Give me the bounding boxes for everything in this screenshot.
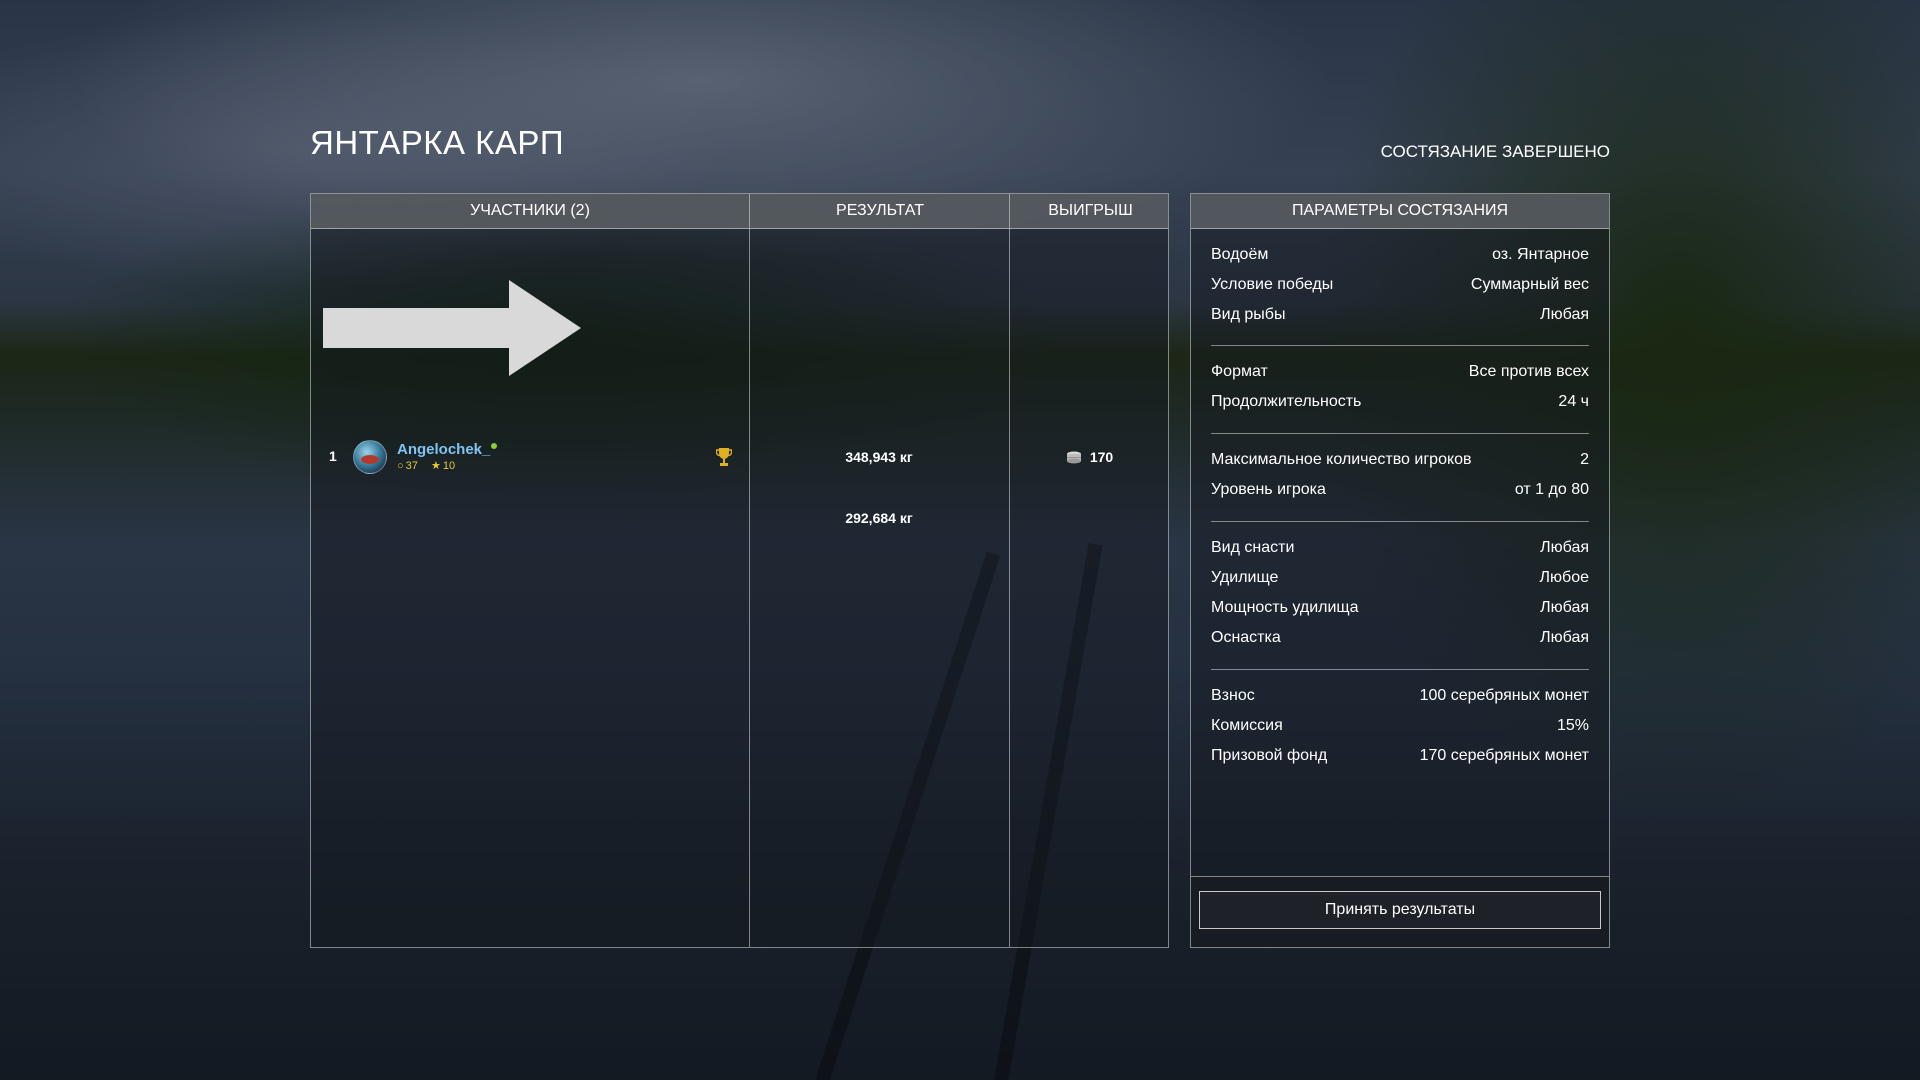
silver-coins-icon — [1066, 451, 1081, 464]
param-key: Продолжительность — [1211, 393, 1362, 410]
player-level: ○ 37 — [397, 460, 418, 472]
param-row: Удилище Любое — [1211, 569, 1589, 593]
param-value: 15% — [1556, 717, 1589, 734]
param-row: Водоём оз. Янтарное — [1211, 246, 1589, 270]
header-prize: ВЫИГРЫШ — [1048, 202, 1133, 219]
player-stats: ○ 37 ★ 10 — [397, 459, 465, 472]
param-key: Оснастка — [1211, 629, 1281, 646]
param-value: Любая — [1540, 599, 1589, 616]
param-value: 100 серебряных монет — [1419, 687, 1589, 704]
param-key: Формат — [1211, 363, 1268, 380]
param-value: от 1 до 80 — [1514, 481, 1589, 498]
header-participants: УЧАСТНИКИ (2) — [470, 202, 590, 219]
row-rank: 1 — [329, 448, 337, 464]
competition-parameters-panel: ПАРАМЕТРЫ СОСТЯЗАНИЯ Водоём оз. Янтарное… — [1190, 193, 1610, 948]
results-table: УЧАСТНИКИ (2) РЕЗУЛЬТАТ ВЫИГРЫШ 1 Angelo… — [310, 193, 1169, 948]
column-result: РЕЗУЛЬТАТ — [749, 194, 1010, 947]
param-row: Мощность удилища Любая — [1211, 599, 1589, 623]
divider — [1211, 669, 1589, 670]
param-key: Мощность удилища — [1211, 599, 1359, 616]
level-circle-icon: ○ — [397, 460, 404, 472]
param-value: Все против всех — [1468, 363, 1589, 380]
param-value: Любая — [1540, 629, 1589, 646]
online-status-icon — [491, 443, 497, 449]
player-name[interactable]: Angelochek_ — [397, 441, 490, 458]
param-key: Удилище — [1211, 569, 1279, 586]
param-row: Взнос 100 серебряных монет — [1211, 687, 1589, 711]
player-rating: ★ 10 — [430, 460, 456, 472]
header-result: РЕЗУЛЬТАТ — [836, 202, 924, 219]
param-row: Максимальное количество игроков 2 — [1211, 451, 1589, 475]
param-value: Любая — [1540, 539, 1589, 556]
param-key: Условие победы — [1211, 276, 1334, 293]
param-value: Суммарный вес — [1470, 276, 1589, 293]
param-row: Уровень игрока от 1 до 80 — [1211, 481, 1589, 505]
param-row: Комиссия 15% — [1211, 717, 1589, 741]
param-key: Взнос — [1211, 687, 1255, 704]
param-key: Водоём — [1211, 246, 1269, 263]
param-row: Продолжительность 24 ч — [1211, 393, 1589, 417]
param-value: 170 серебряных монет — [1419, 747, 1589, 764]
param-key: Вид снасти — [1211, 539, 1295, 556]
param-key: Вид рыбы — [1211, 306, 1286, 323]
params-footer: Принять результаты — [1191, 876, 1609, 947]
param-value: оз. Янтарное — [1492, 246, 1589, 263]
page-title: ЯНТАРКА КАРП — [310, 124, 565, 161]
competition-status: СОСТЯЗАНИЕ ЗАВЕРШЕНО — [1380, 142, 1610, 161]
param-row: Вид снасти Любая — [1211, 539, 1589, 563]
accept-results-button[interactable]: Принять результаты — [1199, 891, 1601, 929]
arrow-right-icon — [323, 280, 581, 376]
divider — [1211, 521, 1589, 522]
prize-value: 170 — [1009, 449, 1170, 465]
param-value: 24 ч — [1558, 393, 1589, 410]
avatar[interactable] — [353, 440, 387, 474]
result-value: 348,943 кг — [845, 449, 913, 465]
param-value: Любое — [1539, 569, 1589, 586]
param-value: 2 — [1580, 451, 1589, 468]
param-key: Призовой фонд — [1211, 747, 1328, 764]
column-prize: ВЫИГРЫШ — [1009, 194, 1171, 947]
result-value: 292,684 кг — [845, 510, 913, 526]
params-title: ПАРАМЕТРЫ СОСТЯЗАНИЯ — [1191, 194, 1609, 229]
divider — [1211, 433, 1589, 434]
param-key: Уровень игрока — [1211, 481, 1326, 498]
trophy-icon — [716, 448, 732, 466]
param-row: Формат Все против всех — [1211, 363, 1589, 387]
param-key: Комиссия — [1211, 717, 1283, 734]
param-row: Призовой фонд 170 серебряных монет — [1211, 747, 1589, 771]
param-row: Условие победы Суммарный вес — [1211, 276, 1589, 300]
param-row: Вид рыбы Любая — [1211, 306, 1589, 330]
param-row: Оснастка Любая — [1211, 629, 1589, 653]
param-key: Максимальное количество игроков — [1211, 451, 1472, 468]
divider — [1211, 345, 1589, 346]
param-value: Любая — [1540, 306, 1589, 323]
star-icon: ★ — [430, 460, 441, 472]
